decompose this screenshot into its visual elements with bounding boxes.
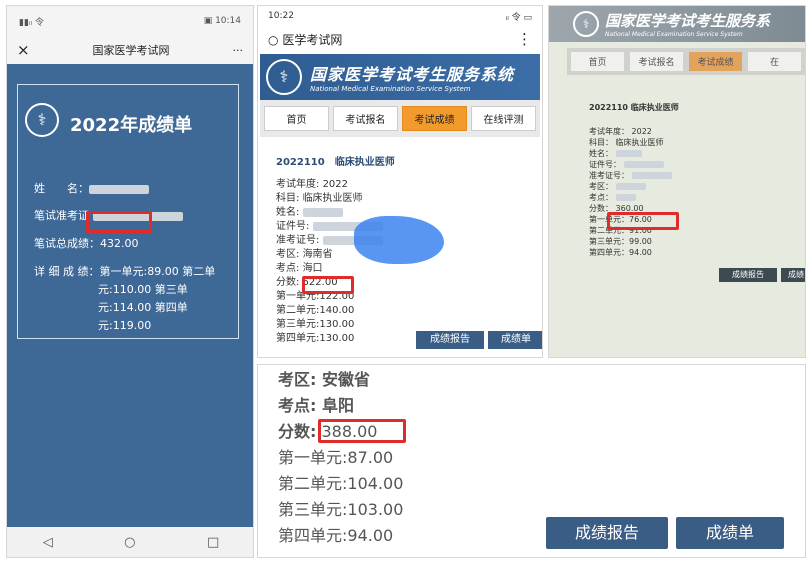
tab-home[interactable]: 首页 <box>571 52 624 71</box>
score-sheet-button[interactable]: 成绩单 <box>676 517 784 549</box>
close-icon[interactable]: × <box>17 41 30 59</box>
nav-tabs: 首页 考试报名 考试成绩 在 <box>567 48 805 75</box>
detail-row: 第四单元:130.00 <box>276 333 355 344</box>
detail-row: 科目: 临床执业医师 <box>276 193 363 204</box>
score-report-button[interactable]: 成绩报告 <box>719 268 777 282</box>
score-details: 考试年度: 2022 科目: 临床执业医师 姓名: 证件号: 准考证号: 考区:… <box>276 178 383 346</box>
score-sheet-button[interactable]: 成绩单 <box>488 331 542 349</box>
title-bar: × 国家医学考试网 ··· <box>7 36 253 64</box>
emblem-icon: ⚕ <box>266 59 302 95</box>
search-title: 医学考试网 <box>282 32 343 47</box>
total-score: 432.00 <box>100 237 139 250</box>
banner-subtitle: National Medical Examination Service Sys… <box>605 31 743 38</box>
banner-subtitle: National Medical Examination Service Sys… <box>310 85 471 93</box>
emblem-icon: ⚕ <box>573 11 599 37</box>
name-row: 姓 名： <box>34 180 149 198</box>
status-bar: 10:22 ᵢₗ 令 ▭ <box>258 6 542 26</box>
score-report-button[interactable]: 成绩报告 <box>416 331 484 349</box>
tab-scores[interactable]: 考试成绩 <box>689 52 742 71</box>
score-sheet-button[interactable]: 成绩 <box>781 268 805 282</box>
emblem-icon: ⚕ <box>25 103 59 137</box>
zoomed-screenshot-4: 考区: 安徽省 考点: 阜阳 分数: 388.00 第一单元:87.00 第二单… <box>257 364 806 558</box>
highlight-box <box>302 276 354 294</box>
site-banner: ⚕ 国家医学考试考生服务系统 National Medical Examinat… <box>260 54 540 100</box>
detail-row: 详 细 成 绩：第一单元:89.00 第二单 元:110.00 第三单 元:11… <box>34 265 216 332</box>
search-bar[interactable]: ○ 医学考试网 ⋮ <box>258 26 542 52</box>
tab-registration[interactable]: 考试报名 <box>630 52 683 71</box>
signal-icon: ▮▮ᵢₗ 令 <box>19 17 44 28</box>
highlight-box <box>318 419 406 443</box>
highlight-box <box>607 212 679 230</box>
highlight-box <box>86 211 152 233</box>
search-icon: ○ <box>268 32 279 47</box>
battery-icon: ▣ <box>203 16 216 26</box>
detail-row: 姓名: <box>276 206 383 220</box>
tab-home[interactable]: 首页 <box>264 106 329 131</box>
home-icon[interactable]: ○ <box>124 535 135 550</box>
banner-title: 国家医学考试考生服务系 <box>605 12 771 30</box>
tab-registration[interactable]: 考试报名 <box>333 106 398 131</box>
score-details: 考试年度： 2022 科目： 临床执业医师 姓名： 证件号： 准考证号： 考区：… <box>589 126 672 258</box>
status-time: 10:22 <box>268 11 294 21</box>
phone-screenshot-1: ▮▮ᵢₗ 令 ▣ 10:14 × 国家医学考试网 ··· ⚕ 2022年成绩单 … <box>6 5 254 558</box>
tab-scores[interactable]: 考试成绩 <box>402 106 467 131</box>
photo-screenshot-3: ⚕ 国家医学考试考生服务系 National Medical Examinati… <box>548 5 806 358</box>
banner-title: 国家医学考试考生服务系统 <box>310 65 515 84</box>
exam-heading: 2022110 临床执业医师 <box>276 157 395 168</box>
more-icon[interactable]: ··· <box>232 44 243 57</box>
score-report-button[interactable]: 成绩报告 <box>546 517 668 549</box>
detail-row: 第二单元:140.00 <box>276 305 355 316</box>
phone-screenshot-2: 10:22 ᵢₗ 令 ▭ ○ 医学考试网 ⋮ ⚕ 国家医学考试考生服务系统 Na… <box>257 5 543 358</box>
score-sheet-area: ⚕ 2022年成绩单 姓 名： 笔试准考证 笔试总成绩：432.00 详 细 成… <box>7 64 253 530</box>
status-bar: ▮▮ᵢₗ 令 ▣ 10:14 <box>7 6 253 36</box>
recent-apps-icon[interactable]: □ <box>207 535 219 550</box>
tab-online-test[interactable]: 在线评测 <box>471 106 536 131</box>
menu-icon[interactable]: ⋮ <box>517 30 532 48</box>
detail-row: 考试年度: 2022 <box>276 179 349 190</box>
total-row: 笔试总成绩：432.00 <box>34 237 139 250</box>
blue-scribble-mask <box>354 216 444 264</box>
exam-heading: 2022110 临床执业医师 <box>589 103 679 112</box>
system-nav-bar: ◁ ○ □ <box>7 527 253 557</box>
score-details: 考区: 安徽省 考点: 阜阳 分数: 388.00 第一单元:87.00 第二单… <box>278 370 404 545</box>
detail-row: 第三单元:130.00 <box>276 319 355 330</box>
signal-wifi-battery-icon: ᵢₗ 令 ▭ <box>505 12 532 23</box>
tab-more[interactable]: 在 <box>748 52 801 71</box>
back-icon[interactable]: ◁ <box>43 535 53 550</box>
nav-tabs: 首页 考试报名 考试成绩 在线评测 <box>260 100 540 137</box>
card-title: 2022年成绩单 <box>70 115 193 136</box>
detail-row: 考点: 海口 <box>276 263 323 274</box>
site-banner: ⚕ 国家医学考试考生服务系 National Medical Examinati… <box>549 6 805 42</box>
status-time: 10:14 <box>215 16 241 26</box>
page-title: 国家医学考试网 <box>92 44 170 57</box>
